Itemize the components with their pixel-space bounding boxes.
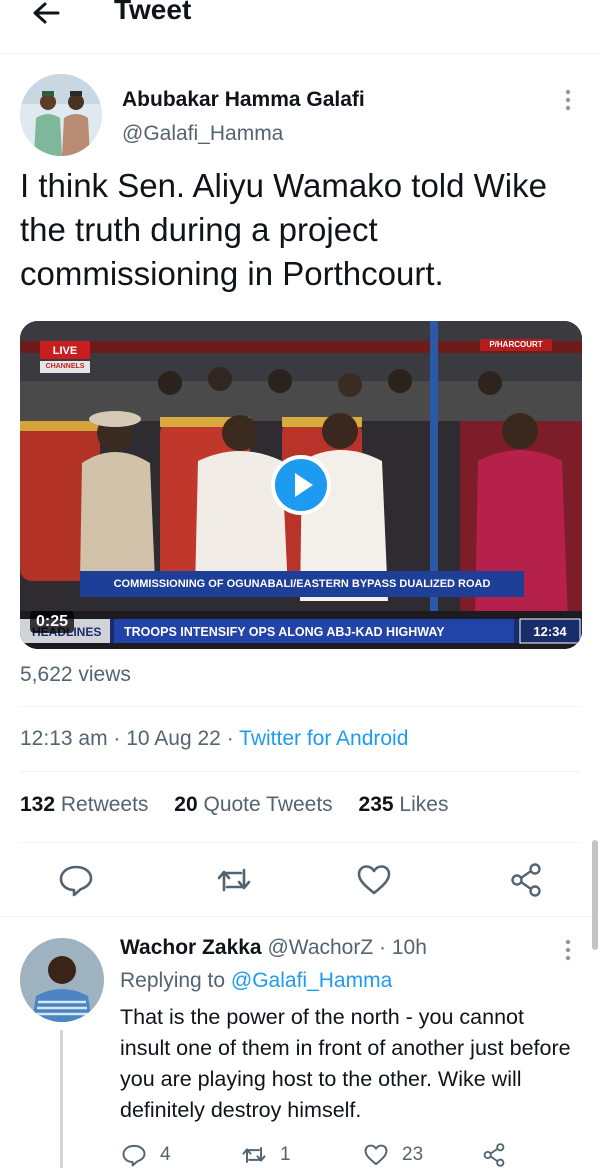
location-tag: P/HARCOURT <box>489 340 543 349</box>
view-count: 5,622 views <box>20 663 131 686</box>
meta-separator: · <box>226 727 234 750</box>
play-icon <box>295 473 313 497</box>
tweet-stats: 132 Retweets 20 Quote Tweets 235 Likes <box>20 793 448 817</box>
live-badge: LIVE <box>52 345 78 357</box>
quotes-count: 20 <box>174 793 198 816</box>
likes-count: 235 <box>358 793 394 816</box>
video-caption: COMMISSIONING OF OGUNABALI/EASTERN BYPAS… <box>113 578 491 590</box>
channel-logo-text: CHANNELS <box>45 363 85 370</box>
retweet-icon[interactable] <box>214 860 254 900</box>
quotes-stat[interactable]: 20 Quote Tweets <box>174 793 332 816</box>
replying-to: Replying to @Galafi_Hamma <box>120 969 392 993</box>
reply-text: That is the power of the north - you can… <box>120 1005 571 1122</box>
tweet-text: I think Sen. Aliyu Wamako told Wike the … <box>20 167 547 292</box>
retweet-icon <box>242 1147 266 1163</box>
like-icon <box>364 1144 388 1166</box>
divider <box>20 706 580 707</box>
reply-more-options-icon[interactable] <box>556 936 580 966</box>
back-arrow-icon[interactable] <box>28 0 64 30</box>
video-duration: 0:25 <box>30 611 75 633</box>
top-bar: Tweet <box>0 0 600 54</box>
ticker-clock: 12:34 <box>533 624 567 639</box>
thread-line <box>60 1030 63 1168</box>
retweets-count: 132 <box>20 793 56 816</box>
scrollbar[interactable] <box>592 840 598 950</box>
reply-reply-count: 4 <box>160 1144 171 1165</box>
more-options-icon[interactable] <box>556 86 580 116</box>
reply-time[interactable]: 10h <box>392 936 427 959</box>
author-handle[interactable]: @Galafi_Hamma <box>122 122 283 146</box>
page-title: Tweet <box>114 0 192 25</box>
reply-author-handle[interactable]: @WachorZ <box>267 936 373 959</box>
meta-separator: · <box>113 727 121 750</box>
play-button[interactable] <box>271 455 331 515</box>
reply-share-button[interactable] <box>480 1140 508 1168</box>
likes-label: Likes <box>399 793 449 816</box>
tweet-time[interactable]: 12:13 am <box>20 727 108 750</box>
reply-separator: · <box>379 936 387 959</box>
share-icon <box>483 1143 505 1167</box>
ticker-text: TROOPS INTENSIFY OPS ALONG ABJ-KAD HIGHW… <box>124 625 445 639</box>
retweets-label: Retweets <box>60 793 149 816</box>
likes-stat[interactable]: 235 Likes <box>359 793 449 816</box>
replying-to-handle[interactable]: @Galafi_Hamma <box>231 969 392 992</box>
reply-author-name[interactable]: Wachor Zakka <box>120 936 262 959</box>
reply-like-button[interactable]: 23 <box>362 1140 423 1168</box>
reply-author-avatar[interactable] <box>20 938 104 1022</box>
divider <box>0 916 600 917</box>
like-icon[interactable] <box>354 860 394 900</box>
divider <box>20 771 580 772</box>
reply-icon[interactable] <box>56 860 96 900</box>
video-player[interactable]: LIVE CHANNELS P/HARCOURT COMMISSIONING O… <box>20 321 582 649</box>
tweet-date[interactable]: 10 Aug 22 <box>126 727 221 750</box>
author-avatar[interactable] <box>20 74 102 156</box>
reply-reply-button[interactable]: 4 <box>120 1140 171 1168</box>
reply-header: Wachor Zakka @WachorZ · 10h <box>120 936 427 960</box>
reply-like-count: 23 <box>402 1144 424 1165</box>
tweet-meta: 12:13 am · 10 Aug 22 · Twitter for Andro… <box>20 727 408 751</box>
replying-to-prefix: Replying to <box>120 969 226 992</box>
quotes-label: Quote Tweets <box>203 793 333 816</box>
tweet-source-link[interactable]: Twitter for Android <box>239 727 408 750</box>
author-name[interactable]: Abubakar Hamma Galafi <box>122 88 365 112</box>
reply-retweet-count: 1 <box>280 1144 291 1165</box>
reply-icon <box>122 1144 146 1167</box>
share-icon[interactable] <box>506 860 546 900</box>
divider <box>20 842 580 843</box>
reply-retweet-button[interactable]: 1 <box>240 1140 291 1168</box>
retweets-stat[interactable]: 132 Retweets <box>20 793 148 816</box>
